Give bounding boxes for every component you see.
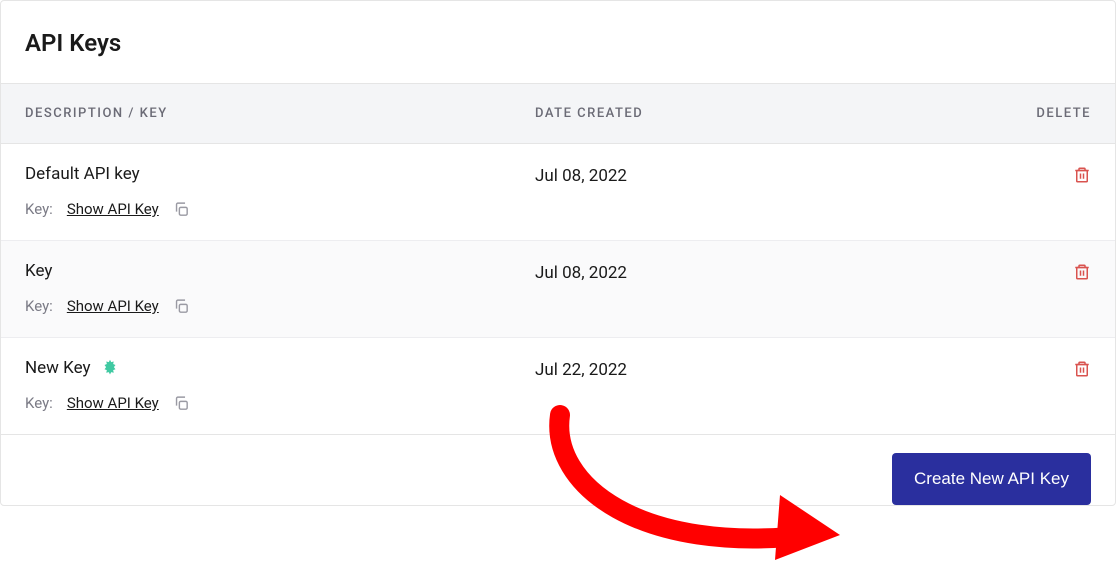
copy-icon[interactable]: [173, 298, 190, 315]
table-row: Key Key: Show API Key Jul 08, 2022: [1, 241, 1115, 338]
column-description: DESCRIPTION / KEY: [25, 106, 535, 121]
trash-icon[interactable]: [1073, 360, 1091, 378]
copy-icon[interactable]: [173, 201, 190, 218]
table-header: DESCRIPTION / KEY DATE CREATED DELETE: [1, 83, 1115, 144]
column-date: DATE CREATED: [535, 106, 955, 121]
column-delete: DELETE: [955, 106, 1091, 121]
show-api-key-link[interactable]: Show API Key: [67, 297, 159, 315]
create-new-api-key-button[interactable]: Create New API Key: [892, 453, 1091, 505]
key-name: Key: [25, 261, 535, 281]
key-label: Key:: [25, 394, 53, 412]
key-name: New Key: [25, 358, 91, 378]
trash-icon[interactable]: [1073, 263, 1091, 281]
starburst-icon: [101, 359, 119, 377]
table-row: Default API key Key: Show API Key Jul 08…: [1, 144, 1115, 241]
date-created: Jul 08, 2022: [535, 261, 955, 315]
key-name: Default API key: [25, 164, 535, 184]
date-created: Jul 08, 2022: [535, 164, 955, 218]
show-api-key-link[interactable]: Show API Key: [67, 200, 159, 218]
key-label: Key:: [25, 297, 53, 315]
date-created: Jul 22, 2022: [535, 358, 955, 412]
trash-icon[interactable]: [1073, 166, 1091, 184]
show-api-key-link[interactable]: Show API Key: [67, 394, 159, 412]
table-row: New Key Key: Show API Key Jul 22, 2022: [1, 338, 1115, 435]
key-label: Key:: [25, 200, 53, 218]
copy-icon[interactable]: [173, 395, 190, 412]
page-title: API Keys: [1, 1, 1115, 83]
